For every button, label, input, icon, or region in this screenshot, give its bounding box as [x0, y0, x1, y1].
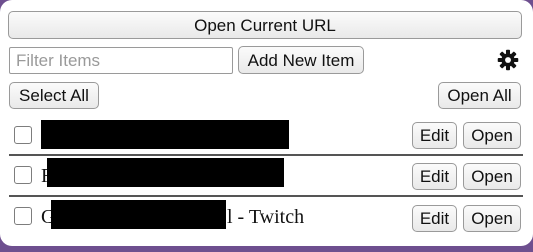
bookmark-popup: Open Current URL Add New Item Select All… [0, 0, 533, 246]
edit-button[interactable]: Edit [412, 122, 457, 149]
list-item: Edit Open [0, 115, 533, 155]
open-current-url-button[interactable]: Open Current URL [8, 11, 522, 39]
open-button[interactable]: Open [463, 122, 521, 149]
item-title-suffix: l - Twitch [227, 206, 305, 228]
item-checkbox[interactable] [14, 166, 32, 184]
item-checkbox[interactable] [14, 126, 32, 144]
add-new-item-button[interactable]: Add New Item [238, 46, 364, 74]
filter-items-input[interactable] [9, 47, 233, 74]
list-item: G l - Twitch Edit Open [0, 198, 533, 238]
row-divider [9, 195, 523, 197]
list-item: F Edit Open [0, 156, 533, 196]
redacted-title [41, 120, 289, 149]
select-all-button[interactable]: Select All [9, 82, 99, 109]
open-button[interactable]: Open [463, 205, 521, 232]
item-checkbox[interactable] [14, 207, 32, 225]
open-all-button[interactable]: Open All [438, 82, 521, 109]
redacted-title [51, 200, 226, 229]
open-button[interactable]: Open [463, 163, 521, 190]
redacted-title [47, 158, 284, 187]
edit-button[interactable]: Edit [412, 205, 457, 232]
edit-button[interactable]: Edit [412, 163, 457, 190]
gear-icon[interactable] [497, 49, 519, 71]
